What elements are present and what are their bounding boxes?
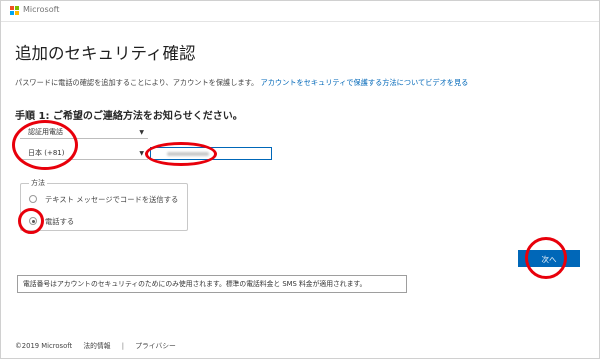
footer: ©2019 Microsoft 法的情報 | プライバシー [15, 340, 185, 350]
page-title: 追加のセキュリティ確認 [15, 44, 196, 63]
microsoft-logo-icon [10, 6, 20, 16]
description-text: パスワードに電話の確認を追加することにより、アカウントを保護します。 [15, 78, 259, 87]
annotation-circle-selects [12, 120, 78, 170]
footer-separator: | [121, 342, 125, 350]
page-description: パスワードに電話の確認を追加することにより、アカウントを保護します。 アカウント… [15, 78, 468, 88]
chevron-down-icon: ▼ [139, 150, 144, 157]
top-bar: Microsoft [1, 1, 599, 22]
radio-phone-call-label[interactable]: 電話する [45, 217, 74, 227]
privacy-link[interactable]: プライバシー [135, 342, 176, 350]
method-legend: 方法 [29, 178, 47, 188]
phone-usage-notice: 電話番号はアカウントのセキュリティのためにのみ使用されます。標準の電話料金と S… [17, 275, 407, 293]
radio-text-message-label[interactable]: テキスト メッセージでコードを送信する [45, 195, 178, 205]
annotation-circle-phone [145, 142, 217, 166]
video-link[interactable]: アカウントをセキュリティで保護する方法についてビデオを見る [261, 78, 469, 87]
annotation-circle-next [525, 237, 567, 279]
chevron-down-icon: ▼ [139, 129, 144, 136]
legal-link[interactable]: 法的情報 [83, 342, 110, 350]
radio-text-message[interactable] [29, 195, 37, 203]
brand-name: Microsoft [23, 5, 60, 14]
annotation-circle-radio [18, 208, 44, 234]
copyright: ©2019 Microsoft [15, 342, 73, 350]
